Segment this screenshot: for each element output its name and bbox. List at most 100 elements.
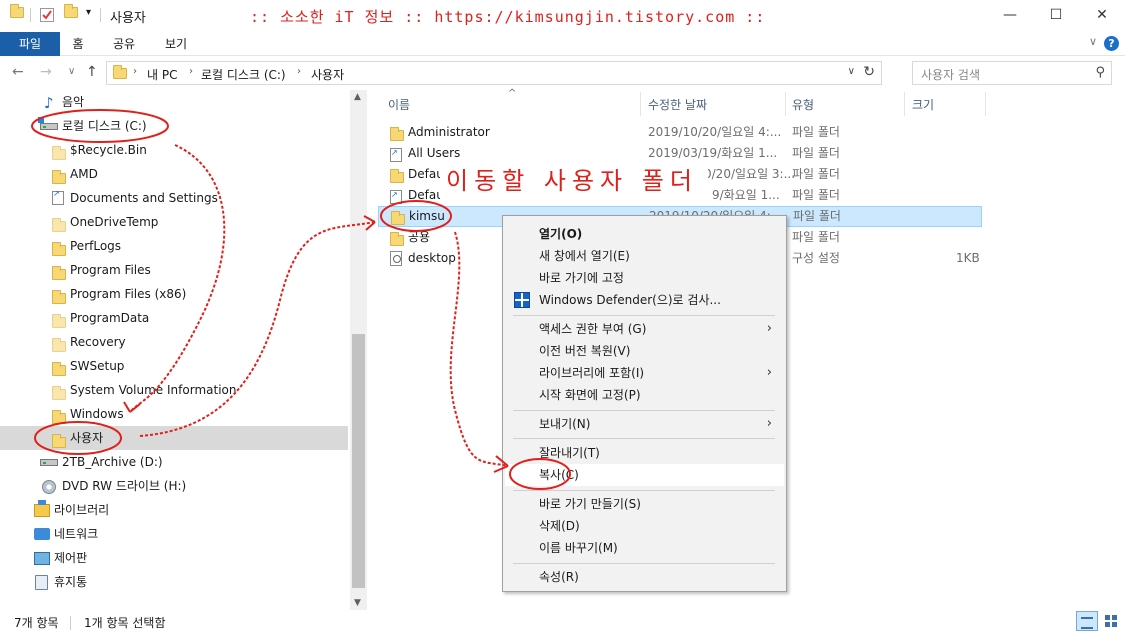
ribbon-collapse-icon[interactable]: ∨ xyxy=(1089,35,1097,48)
file-size: 1KB xyxy=(956,251,980,265)
menu-item-properties[interactable]: 속성(R) xyxy=(505,566,784,588)
file-name: Defau xyxy=(408,167,444,181)
details-view-icon[interactable] xyxy=(1076,611,1098,631)
column-divider[interactable] xyxy=(985,92,986,116)
file-type: 구성 설정 xyxy=(792,251,840,265)
tree-item-control-panel[interactable]: 제어판 xyxy=(0,546,348,570)
tree-item-label: 음악 xyxy=(62,95,85,109)
column-header-size[interactable]: 크기 xyxy=(912,96,934,113)
breadcrumb-local-disk[interactable]: 로컬 디스크 (C:) xyxy=(201,66,286,83)
menu-item-rename[interactable]: 이름 바꾸기(M) xyxy=(505,537,784,559)
tree-item-network[interactable]: 네트워크 xyxy=(0,522,348,546)
tree-item-label: Program Files (x86) xyxy=(70,287,187,301)
windows-defender-icon xyxy=(514,292,530,308)
tree-item-users[interactable]: 사용자 xyxy=(0,426,348,450)
file-row[interactable]: All Users 2019/03/19/화요일 1... 파일 폴더 xyxy=(378,142,982,164)
minimize-button[interactable]: — xyxy=(987,0,1033,30)
file-row[interactable]: Administrator 2019/10/20/일요일 4:... 파일 폴더 xyxy=(378,122,982,143)
menu-item-delete[interactable]: 삭제(D) xyxy=(505,515,784,537)
file-type: 파일 폴더 xyxy=(792,167,840,181)
back-button[interactable]: ← xyxy=(12,64,24,80)
up-button[interactable]: ↑ xyxy=(86,64,98,80)
tree-item-perflogs[interactable]: PerfLogs xyxy=(0,234,348,258)
menu-divider xyxy=(513,490,775,491)
tree-item-program-files[interactable]: Program Files xyxy=(0,258,348,282)
search-input[interactable]: 사용자 검색 xyxy=(921,66,980,83)
forward-button[interactable]: → xyxy=(40,64,52,80)
search-icon[interactable]: ⚲ xyxy=(1095,65,1105,80)
tree-item-label: 제어판 xyxy=(54,551,88,565)
tab-home[interactable]: 홈 xyxy=(62,32,94,56)
nav-pane-scrollbar[interactable]: ▲ ▼ xyxy=(350,90,367,610)
folder-icon[interactable] xyxy=(10,4,26,23)
column-header-type[interactable]: 유형 xyxy=(792,96,814,113)
tree-item-recycle-bin-folder[interactable]: $Recycle.Bin xyxy=(0,138,348,162)
menu-item-give-access[interactable]: 액세스 권한 부여 (G) › xyxy=(505,318,784,340)
tree-item-label: 사용자 xyxy=(70,431,104,445)
windows-logo-icon xyxy=(38,117,44,123)
tree-item-program-files-x86[interactable]: Program Files (x86) xyxy=(0,282,348,306)
recent-locations-button[interactable]: ∨ xyxy=(68,66,75,77)
tree-item-local-disk-c[interactable]: 로컬 디스크 (C:) xyxy=(0,114,348,138)
column-header-name[interactable]: 이름 xyxy=(388,96,410,113)
tree-item-recycle-bin[interactable]: 휴지통 xyxy=(0,570,348,594)
tree-item-programdata[interactable]: ProgramData xyxy=(0,306,348,330)
menu-item-send-to[interactable]: 보내기(N) › xyxy=(505,413,784,435)
large-icons-view-icon[interactable] xyxy=(1102,612,1120,630)
breadcrumb-this-pc[interactable]: 내 PC xyxy=(147,66,177,83)
column-divider[interactable] xyxy=(785,92,786,116)
address-bar[interactable]: › 내 PC › 로컬 디스크 (C:) › 사용자 ∨ ↻ xyxy=(106,61,882,85)
menu-item-create-shortcut[interactable]: 바로 가기 만들기(S) xyxy=(505,493,784,515)
properties-icon[interactable] xyxy=(40,8,54,22)
tree-item-onedrivetemp[interactable]: OneDriveTemp xyxy=(0,210,348,234)
new-folder-icon[interactable] xyxy=(64,4,80,23)
selection-count: 1개 항목 선택함 xyxy=(84,616,166,630)
tree-item-windows[interactable]: Windows xyxy=(0,402,348,426)
scroll-thumb[interactable] xyxy=(352,334,365,588)
menu-item-open-new-window[interactable]: 새 창에서 열기(E) xyxy=(505,245,784,267)
file-name: kimsu xyxy=(409,209,445,223)
tree-item-recovery[interactable]: Recovery xyxy=(0,330,348,354)
search-box[interactable]: 사용자 검색 ⚲ xyxy=(912,61,1112,85)
menu-item-cut[interactable]: 잘라내기(T) xyxy=(505,442,784,464)
menu-item-pin-start[interactable]: 시작 화면에 고정(P) xyxy=(505,384,784,406)
column-header-date[interactable]: 수정한 날짜 xyxy=(648,96,707,113)
breadcrumb-separator[interactable]: › xyxy=(189,66,193,77)
tree-item-music[interactable]: ♪ 음악 xyxy=(0,90,348,114)
menu-item-open[interactable]: 열기(O) xyxy=(505,223,784,245)
navigation-pane: ♪ 음악 로컬 디스크 (C:) $Recycle.Bin AMD Docume… xyxy=(0,90,364,610)
tree-item-documents-and-settings[interactable]: Documents and Settings xyxy=(0,182,348,210)
divider xyxy=(100,8,101,22)
scroll-up-icon[interactable]: ▲ xyxy=(354,92,361,102)
shortcut-icon xyxy=(390,142,402,163)
column-divider[interactable] xyxy=(904,92,905,116)
maximize-button[interactable]: ☐ xyxy=(1033,0,1079,30)
tab-view[interactable]: 보기 xyxy=(156,32,196,56)
scroll-down-icon[interactable]: ▼ xyxy=(354,598,361,608)
help-icon[interactable]: ? xyxy=(1104,36,1119,51)
close-button[interactable]: ✕ xyxy=(1079,0,1125,30)
breadcrumb-users[interactable]: 사용자 xyxy=(311,66,344,83)
menu-item-copy[interactable]: 복사(C) xyxy=(505,464,784,486)
column-divider[interactable] xyxy=(640,92,641,116)
tree-item-dvd-drive-h[interactable]: DVD RW 드라이브 (H:) xyxy=(0,474,348,498)
breadcrumb-separator[interactable]: › xyxy=(297,66,301,77)
breadcrumb-separator[interactable]: › xyxy=(133,66,137,77)
menu-item-defender-scan[interactable]: Windows Defender(으)로 검사... xyxy=(505,289,784,311)
menu-item-restore-previous[interactable]: 이전 버전 복원(V) xyxy=(505,340,784,362)
file-type: 파일 폴더 xyxy=(792,146,840,160)
quick-access-dropdown-icon[interactable]: ▾ xyxy=(86,7,91,18)
address-dropdown-icon[interactable]: ∨ xyxy=(848,66,855,77)
tree-item-swsetup[interactable]: SWSetup xyxy=(0,354,348,378)
menu-item-pin-quick-access[interactable]: 바로 가기에 고정 xyxy=(505,267,784,289)
drive-icon xyxy=(40,123,58,130)
menu-item-include-library[interactable]: 라이브러리에 포함(I) › xyxy=(505,362,784,384)
tree-item-system-volume-information[interactable]: System Volume Information xyxy=(0,378,348,402)
file-type: 파일 폴더 xyxy=(792,230,840,244)
tab-share[interactable]: 공유 xyxy=(104,32,144,56)
file-name: Administrator xyxy=(408,125,490,139)
tab-file[interactable]: 파일 xyxy=(0,32,60,56)
refresh-icon[interactable]: ↻ xyxy=(863,64,875,80)
tree-item-archive-d[interactable]: 2TB_Archive (D:) xyxy=(0,450,348,474)
tree-item-libraries[interactable]: 라이브러리 xyxy=(0,498,348,522)
